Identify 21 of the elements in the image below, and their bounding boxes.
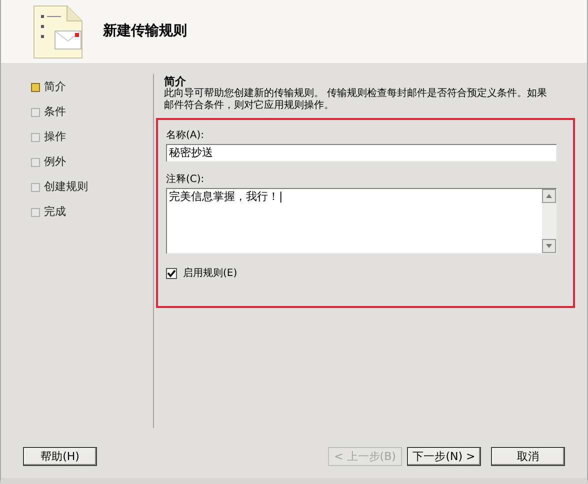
scrollbar[interactable]: [542, 189, 556, 253]
input-field[interactable]: 秘密抄送: [166, 144, 557, 162]
field-label: 名称(A):: [166, 130, 206, 142]
checkbox-label: 启用规则(E): [183, 266, 238, 281]
scroll-down-icon[interactable]: [542, 239, 556, 253]
field-label: 注释(C):: [166, 174, 206, 186]
wizard-button[interactable]: 取消: [491, 446, 565, 466]
wizard-title: 新建传输规则: [103, 22, 187, 41]
wizard-step[interactable]: 创建规则: [31, 179, 153, 196]
wizard-step[interactable]: 操作: [31, 129, 153, 146]
checkbox[interactable]: [166, 268, 177, 279]
wizard-step[interactable]: 完成: [31, 204, 153, 221]
wizard-step[interactable]: 条件: [31, 104, 153, 121]
document-mail-icon: [33, 4, 83, 58]
scroll-up-icon[interactable]: [542, 189, 556, 203]
intro-text: 此向导可帮助您创建新的传输规则。 传输规则检查每封邮件是否符合预定义条件。如果邮件符合条件，则对它应用规则操作。: [164, 88, 548, 112]
wizard-step[interactable]: 简介: [31, 79, 153, 96]
wizard-button[interactable]: 下一步(N) >: [407, 446, 481, 466]
section-heading: 简介: [164, 76, 187, 88]
help-button[interactable]: 帮助(H): [23, 446, 97, 466]
wizard-step[interactable]: 例外: [31, 154, 153, 171]
